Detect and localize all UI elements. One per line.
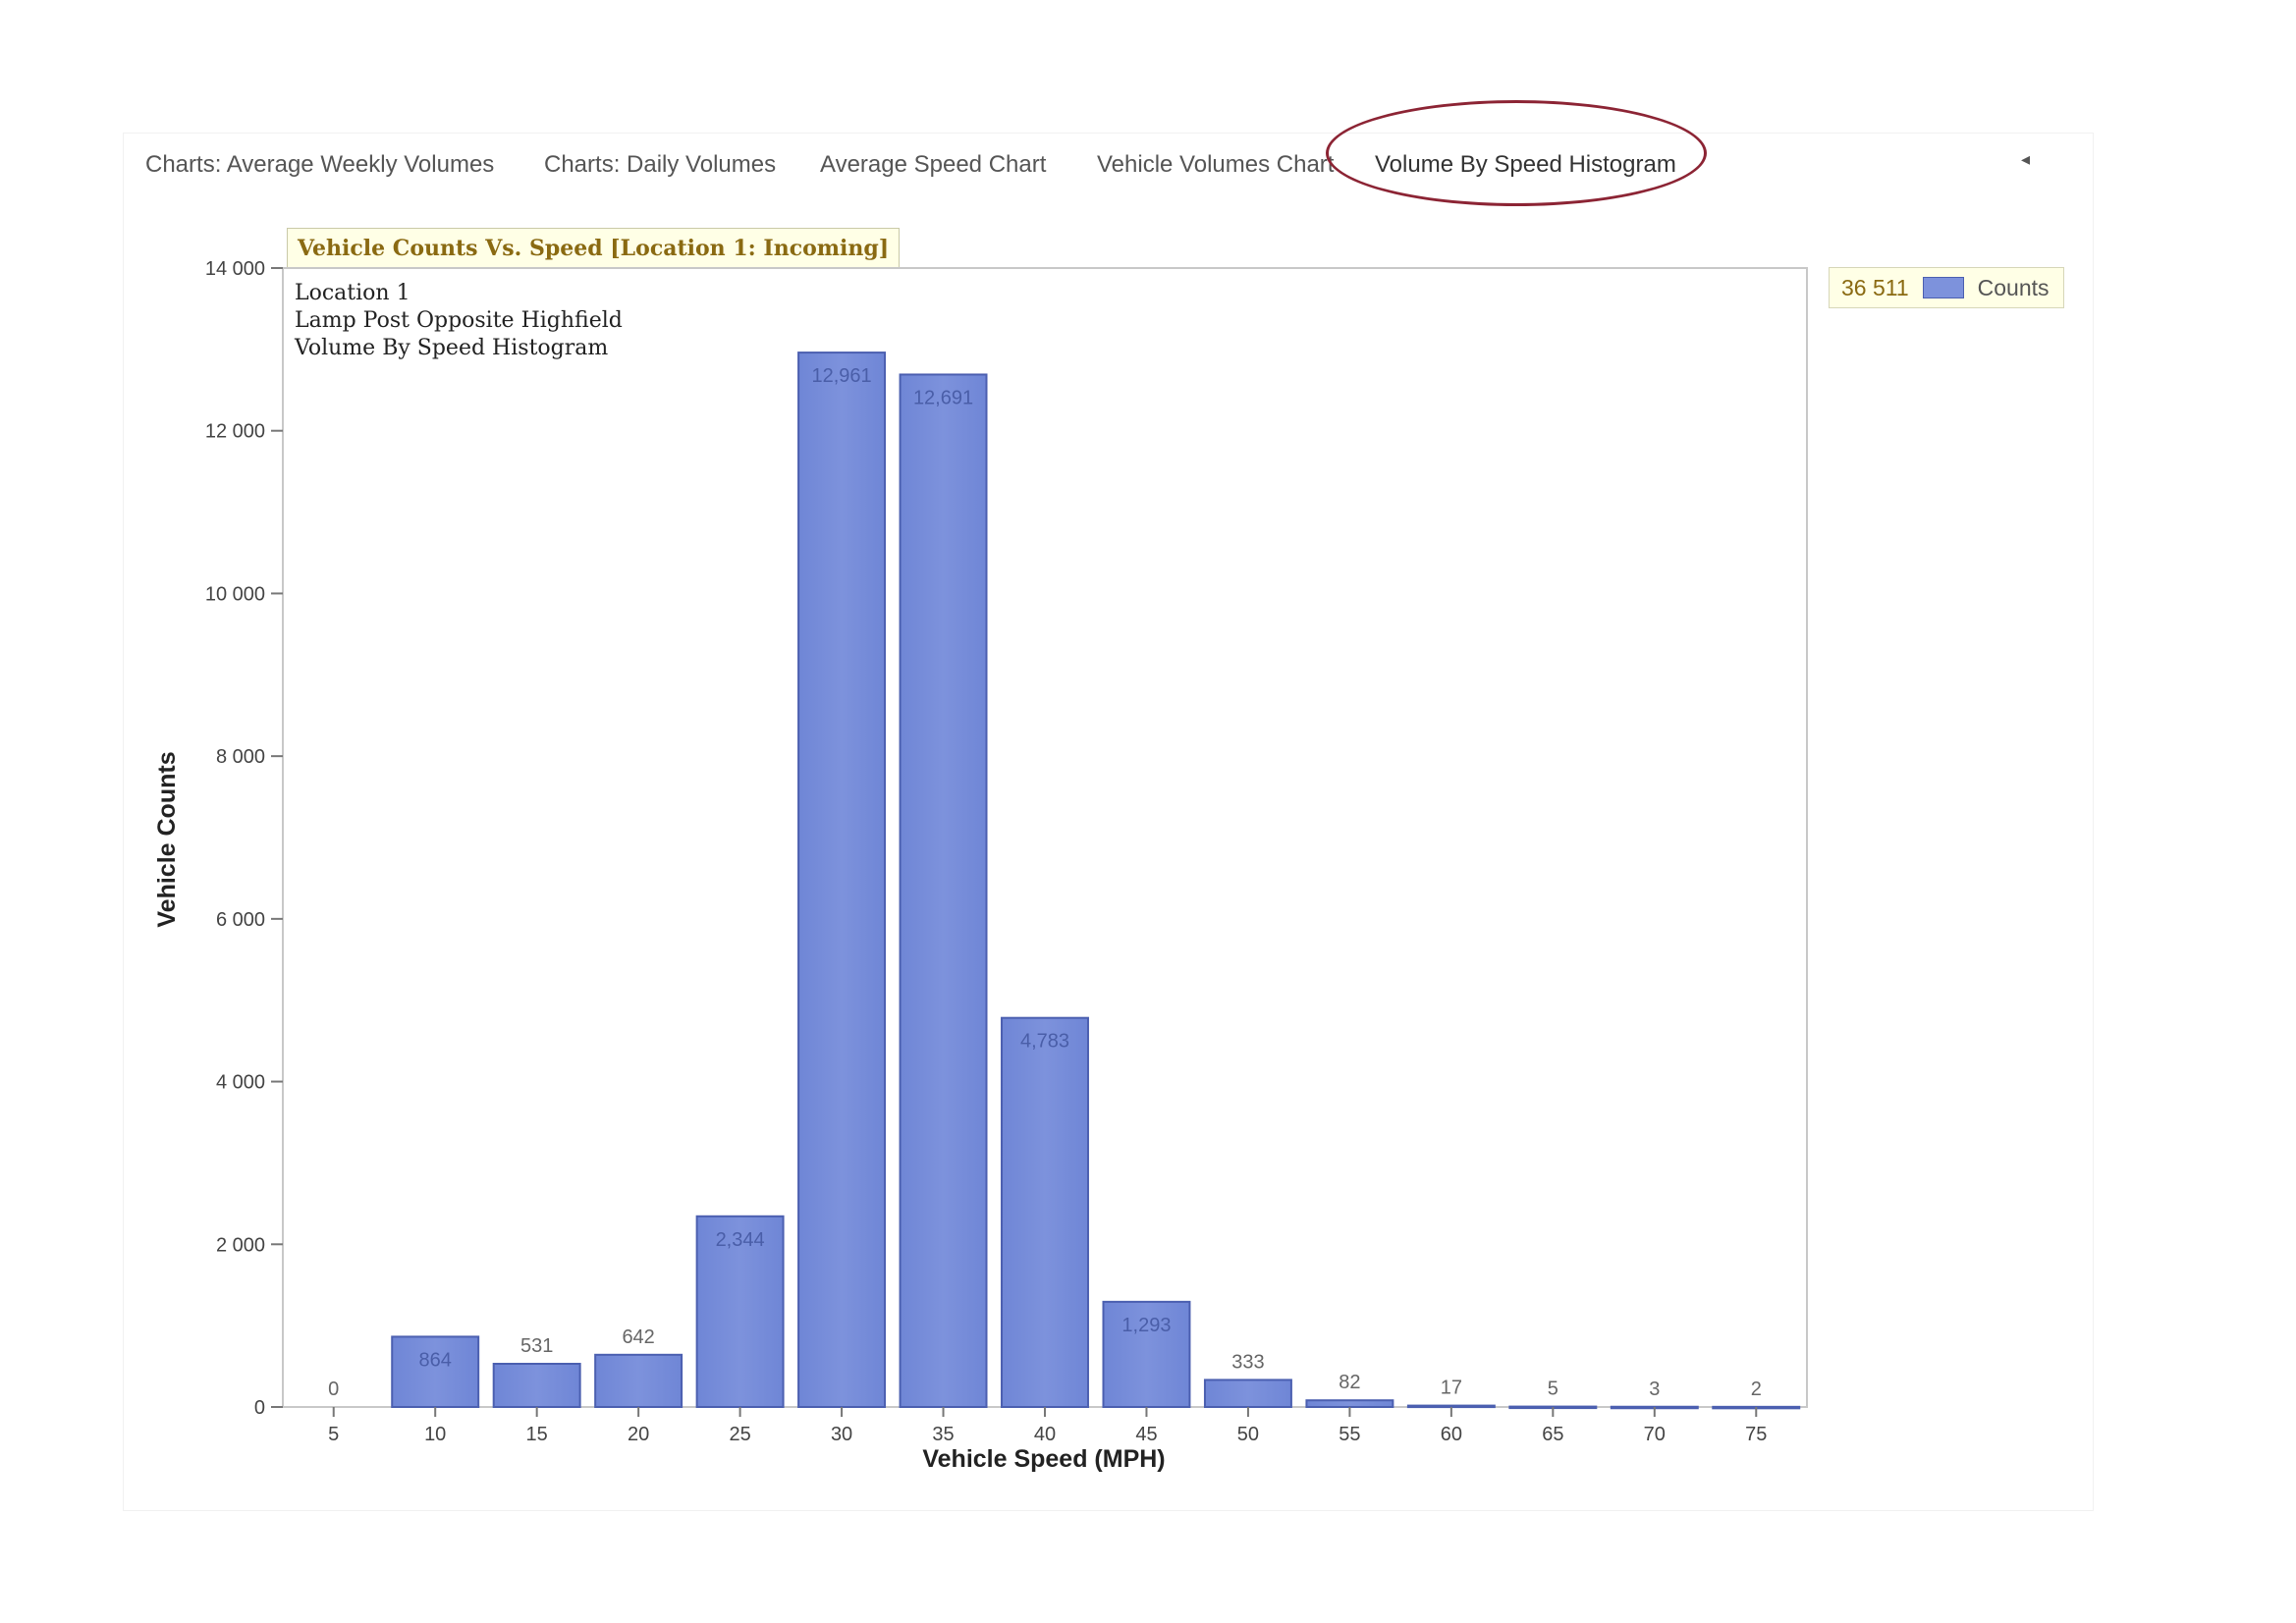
bar-value-label: 864: [419, 1349, 452, 1371]
x-tick-label: 10: [424, 1424, 446, 1445]
x-tick-label: 75: [1745, 1424, 1767, 1445]
bar-value-label: 3: [1649, 1379, 1660, 1400]
bar-speed-15[interactable]: [492, 1363, 581, 1408]
y-tick-label: 8 000: [216, 746, 265, 768]
x-tick-label: 40: [1034, 1424, 1056, 1445]
bar-speed-20[interactable]: [594, 1353, 683, 1408]
x-tick-label: 5: [328, 1424, 339, 1445]
bar-value-label: 333: [1231, 1351, 1264, 1373]
y-tick-label: 10 000: [205, 583, 265, 605]
x-tick-label: 35: [932, 1424, 954, 1445]
bar-value-label: 2,344: [716, 1229, 765, 1251]
info-line-chart-name: Volume By Speed Histogram: [294, 336, 608, 360]
bar-value-label: 17: [1441, 1378, 1462, 1399]
x-tick-label: 20: [628, 1424, 649, 1445]
bar-speed-60[interactable]: [1406, 1404, 1496, 1409]
bar-value-label: 5: [1548, 1379, 1558, 1400]
x-tick-label: 25: [729, 1424, 750, 1445]
x-tick-label: 70: [1644, 1424, 1666, 1445]
bar-speed-40[interactable]: [1001, 1016, 1089, 1409]
bar-value-label: 4,783: [1020, 1031, 1069, 1053]
x-tick-label: 15: [526, 1424, 548, 1445]
bar-value-label: 531: [520, 1335, 553, 1357]
bar-speed-55[interactable]: [1305, 1399, 1394, 1408]
y-tick-label: 14 000: [205, 258, 265, 280]
x-tick-label: 60: [1441, 1424, 1462, 1445]
bar-value-label: 12,961: [811, 365, 871, 387]
x-tick-label: 50: [1237, 1424, 1259, 1445]
bar-speed-50[interactable]: [1203, 1379, 1292, 1408]
bar-value-label: 1,293: [1121, 1315, 1171, 1336]
bar-speed-30[interactable]: [797, 352, 887, 1408]
bar-speed-35[interactable]: [899, 373, 988, 1409]
x-axis-title: Vehicle Speed (MPH): [922, 1445, 1165, 1473]
bar-value-label: 2: [1751, 1379, 1762, 1400]
bar-speed-10[interactable]: [391, 1335, 480, 1408]
y-axis-title: Vehicle Counts: [153, 751, 181, 927]
x-tick-label: 45: [1135, 1424, 1157, 1445]
info-line-location: Location 1: [295, 281, 410, 305]
y-tick-label: 0: [254, 1397, 265, 1419]
y-tick-label: 6 000: [216, 909, 265, 931]
x-tick-label: 30: [831, 1424, 852, 1445]
y-tick-label: 2 000: [216, 1234, 265, 1256]
x-tick-label: 55: [1339, 1424, 1360, 1445]
bar-value-label: 0: [328, 1379, 339, 1400]
x-tick-label: 65: [1542, 1424, 1563, 1445]
bar-value-label: 642: [622, 1326, 654, 1348]
histogram-chart: 0864531 6422,34412,96112,6914,7831,293333…: [153, 258, 1808, 1473]
info-line-site: Lamp Post Opposite Highfield: [295, 308, 623, 333]
bar-value-label: 82: [1339, 1372, 1360, 1393]
bar-value-label: 12,691: [913, 387, 973, 408]
y-tick-label: 4 000: [216, 1072, 265, 1094]
y-tick-label: 12 000: [205, 421, 265, 443]
